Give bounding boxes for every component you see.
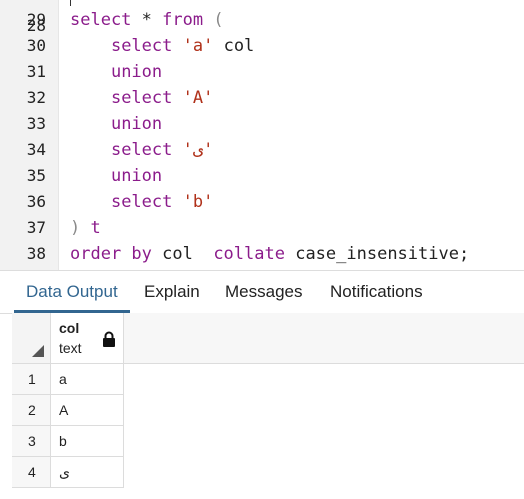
tab-messages[interactable]: Messages	[213, 271, 314, 313]
code-token: select	[110, 140, 173, 160]
code-text: union	[70, 59, 162, 85]
code-line: 31 union	[0, 59, 524, 85]
code-token: collate	[213, 244, 285, 264]
code-token: union	[110, 166, 163, 186]
text-cursor	[70, 0, 71, 6]
code-line: 37) t	[0, 215, 524, 241]
code-text: union	[70, 111, 162, 137]
row-number[interactable]: 4	[12, 457, 51, 488]
table-row[interactable]: 2A	[12, 395, 124, 426]
code-line: 30 select 'a' col	[0, 33, 524, 59]
cell-value[interactable]: a	[51, 364, 124, 395]
code-token: 'a'	[182, 36, 214, 56]
code-token: col	[151, 244, 214, 264]
code-token: col	[213, 36, 255, 56]
line-number: 36	[26, 192, 46, 211]
line-number: 33	[26, 114, 46, 133]
code-token: 'A'	[182, 88, 214, 108]
code-token: t	[80, 218, 101, 238]
code-text: order by col collate case_insensitive;	[70, 241, 469, 267]
column-header-col[interactable]: col text	[51, 313, 124, 364]
tab-explain[interactable]: Explain	[132, 271, 212, 313]
tab-data-output[interactable]: Data Output	[14, 271, 130, 313]
code-text: union	[70, 163, 162, 189]
code-text: select 'A'	[70, 85, 213, 111]
code-line: 36 select 'b'	[0, 189, 524, 215]
code-text: select * from (	[70, 7, 224, 33]
column-name: col	[59, 320, 80, 336]
data-output-grid: col text 1a2A3b4ی	[12, 313, 524, 499]
code-line: 32 select 'A'	[0, 85, 524, 111]
sql-editor[interactable]: 28 29 select * from (30 select 'a' col 31 …	[0, 0, 524, 270]
row-number[interactable]: 2	[12, 395, 51, 426]
code-text: select 'ی'	[70, 137, 213, 163]
grid-header-fill	[124, 313, 524, 364]
code-line: 29 select * from (	[0, 7, 524, 33]
code-token: 'b'	[182, 192, 214, 212]
select-all-triangle-icon	[32, 345, 44, 357]
code-token: *	[131, 10, 163, 30]
lock-icon	[103, 331, 115, 347]
line-number: 34	[26, 140, 46, 159]
line-number: 30	[26, 36, 46, 55]
tab-notifications[interactable]: Notifications	[318, 271, 435, 313]
code-token: )	[70, 218, 81, 238]
cell-value[interactable]: A	[51, 395, 124, 426]
code-token: union	[110, 62, 163, 82]
code-token: from	[162, 10, 204, 30]
table-row[interactable]: 3b	[12, 426, 124, 457]
code-token: select	[110, 88, 173, 108]
cell-value[interactable]: ی	[51, 457, 124, 488]
line-number: 38	[26, 244, 46, 263]
code-line: 35 union	[0, 163, 524, 189]
code-token: select	[110, 36, 173, 56]
table-row[interactable]: 1a	[12, 364, 124, 395]
column-type: text	[59, 340, 82, 356]
code-token: 'ی'	[182, 140, 214, 160]
line-number: 31	[26, 62, 46, 81]
select-all-corner[interactable]	[12, 313, 51, 364]
code-text: select 'b'	[70, 189, 213, 215]
cell-value[interactable]: b	[51, 426, 124, 457]
code-line: 38 order by col collate case_insensitive;	[0, 241, 524, 267]
code-token: (	[203, 10, 224, 30]
code-token: case_insensitive;	[284, 244, 470, 264]
line-number: 37	[26, 218, 46, 237]
code-token: union	[110, 114, 163, 134]
row-number[interactable]: 1	[12, 364, 51, 395]
line-number: 35	[26, 166, 46, 185]
code-line: 34 select 'ی'	[0, 137, 524, 163]
code-text: ) t	[70, 215, 101, 241]
code-text: select 'a' col	[70, 33, 254, 59]
results-tab-bar: Data Output Explain Messages Notificatio…	[0, 271, 524, 314]
line-number: 29	[26, 10, 46, 29]
code-token: select	[70, 10, 132, 30]
line-number: 32	[26, 88, 46, 107]
code-token: order by	[70, 244, 152, 264]
code-token: select	[110, 192, 173, 212]
table-row[interactable]: 4ی	[12, 457, 124, 488]
code-line: 33 union	[0, 111, 524, 137]
row-number[interactable]: 3	[12, 426, 51, 457]
